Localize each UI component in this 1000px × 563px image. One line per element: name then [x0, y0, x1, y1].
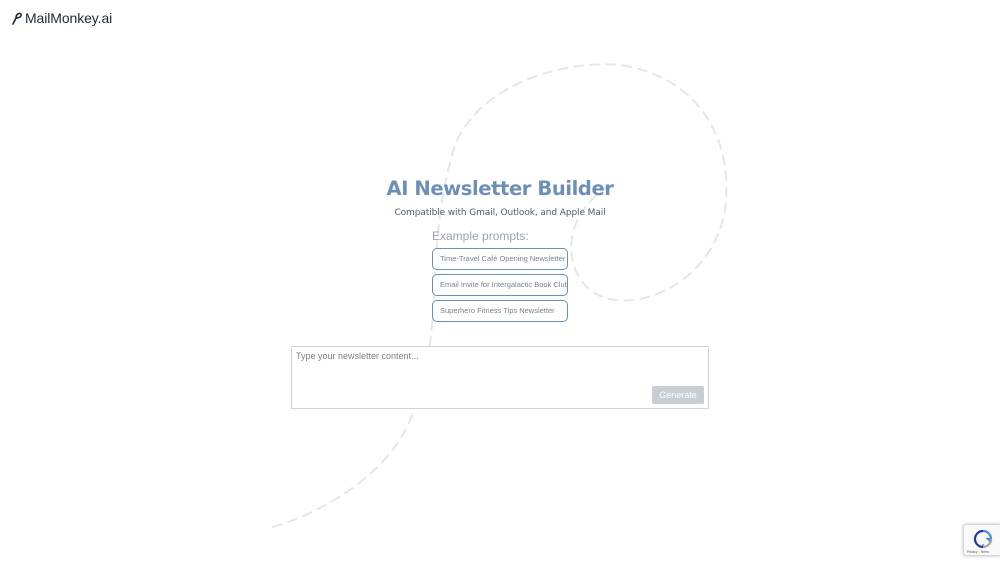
newsletter-editor: Generate [291, 346, 709, 409]
page-subtitle: Compatible with Gmail, Outlook, and Appl… [394, 208, 606, 218]
prompt-button-intergalactic-book-club[interactable]: Email Invite for Intergalactic Book Club [432, 274, 568, 296]
recaptcha-badge[interactable]: Privacy - Terms [963, 524, 1000, 556]
prompt-button-time-travel-cafe[interactable]: Time-Travel Café Opening Newsletter [432, 248, 568, 270]
brand-name: MailMonkey.ai [25, 10, 113, 26]
example-prompts: Example prompts: Time-Travel Café Openin… [432, 229, 568, 322]
brand-logo[interactable]: MailMonkey.ai [11, 10, 112, 26]
page-title: AI Newsletter Builder [386, 177, 614, 200]
recaptcha-privacy-link[interactable]: Privacy [967, 550, 977, 554]
hero-section: AI Newsletter Builder Compatible with Gm… [0, 178, 1000, 219]
recaptcha-terms-link[interactable]: Terms [980, 550, 989, 554]
recaptcha-icon [973, 529, 993, 549]
example-prompts-label: Example prompts: [432, 229, 529, 243]
recaptcha-links: Privacy - Terms [967, 550, 989, 554]
prompt-button-superhero-fitness[interactable]: Superhero Fitness Tips Newsletter [432, 300, 568, 322]
generate-button[interactable]: Generate [652, 386, 704, 404]
monkey-tail-icon [12, 12, 22, 25]
newsletter-content-input[interactable] [292, 347, 708, 408]
